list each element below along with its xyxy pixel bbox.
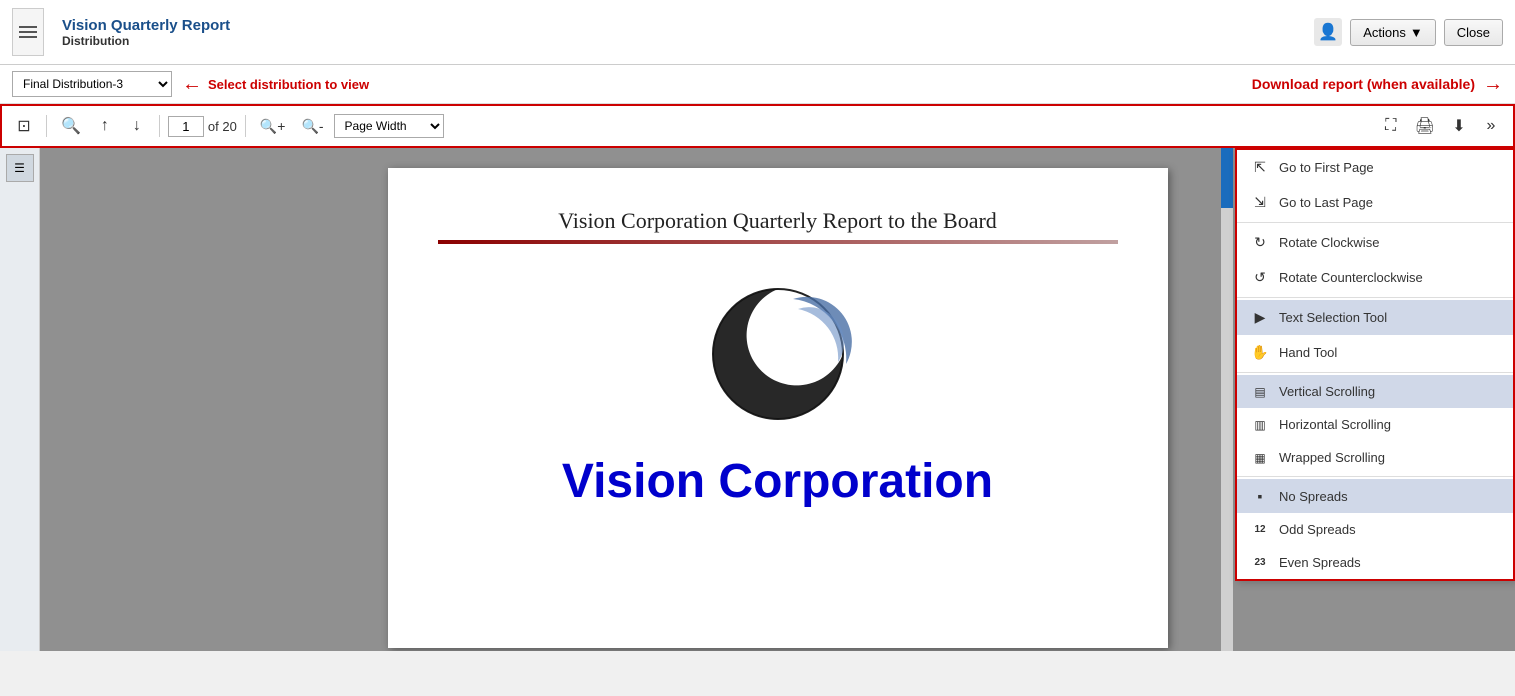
actions-button[interactable]: Actions ▼ xyxy=(1350,19,1436,46)
download-note: Download report (when available) → xyxy=(1252,73,1503,96)
separator-a xyxy=(1237,222,1513,223)
zoom-in-btn2[interactable]: 🔍+ xyxy=(254,112,292,140)
pdf-toolbar: ⊡ 🔍 ↑ ↓ of 20 🔍+ 🔍- Page Width Fit Page … xyxy=(0,104,1515,148)
rotate-ccw-icon: ↺ xyxy=(1251,269,1269,286)
menu-item-no-spreads[interactable]: ▪ No Spreads xyxy=(1237,479,1513,513)
download-note-text: Download report (when available) xyxy=(1252,76,1475,92)
menu-item-hand-tool-label: Hand Tool xyxy=(1279,345,1337,360)
user-icon: 👤 xyxy=(1314,18,1342,46)
annotation-left: Final Distribution-3 Final Distribution-… xyxy=(12,71,369,97)
page-number-input[interactable] xyxy=(168,116,204,137)
company-logo xyxy=(698,274,858,434)
menu-item-odd-spreads[interactable]: 12 Odd Spreads xyxy=(1237,513,1513,546)
dropdown-menu: ⇱ Go to First Page ⇲ Go to Last Page ↻ R… xyxy=(1235,148,1515,581)
menu-item-wrapped-scroll[interactable]: ▦ Wrapped Scrolling xyxy=(1237,441,1513,474)
pdf-area: Vision Corporation Quarterly Report to t… xyxy=(40,148,1515,651)
actions-label: Actions xyxy=(1363,25,1406,40)
hand-tool-icon: ✋ xyxy=(1251,344,1269,361)
menu-item-text-select-label: Text Selection Tool xyxy=(1279,310,1387,325)
separator-d xyxy=(1237,476,1513,477)
menu-item-vertical-scroll[interactable]: ▤ Vertical Scrolling xyxy=(1237,375,1513,408)
rotate-cw-icon: ↻ xyxy=(1251,234,1269,251)
download-arrow-icon: → xyxy=(1483,73,1503,96)
menu-item-hand-tool[interactable]: ✋ Hand Tool xyxy=(1237,335,1513,370)
menu-item-text-select[interactable]: ▶ Text Selection Tool xyxy=(1237,300,1513,335)
main-container: ☰ Vision Corporation Quarterly Report to… xyxy=(0,148,1515,651)
pdf-title-underline xyxy=(438,240,1118,244)
menu-item-even-spreads-label: Even Spreads xyxy=(1279,555,1361,570)
vertical-scroll-icon: ▤ xyxy=(1251,385,1269,399)
annotation-bar: Final Distribution-3 Final Distribution-… xyxy=(0,65,1515,104)
select-distribution-text: Select distribution to view xyxy=(208,77,369,92)
close-button[interactable]: Close xyxy=(1444,19,1503,46)
horizontal-scroll-icon: ▥ xyxy=(1251,418,1269,432)
menu-item-rotate-ccw[interactable]: ↺ Rotate Counterclockwise xyxy=(1237,260,1513,295)
vertical-scrollbar[interactable] xyxy=(1221,148,1233,651)
panel-pages-btn[interactable]: ☰ xyxy=(6,154,34,182)
header-title-area: Vision Quarterly Report Distribution xyxy=(62,17,230,48)
menu-item-go-first[interactable]: ⇱ Go to First Page xyxy=(1237,150,1513,185)
distribution-select[interactable]: Final Distribution-3 Final Distribution-… xyxy=(12,71,172,97)
separator-b xyxy=(1237,297,1513,298)
separator-3 xyxy=(245,115,246,137)
pdf-page: Vision Corporation Quarterly Report to t… xyxy=(388,168,1168,648)
sidebar-toggle[interactable] xyxy=(12,8,44,56)
menu-item-rotate-cw[interactable]: ↻ Rotate Clockwise xyxy=(1237,225,1513,260)
menu-item-go-last[interactable]: ⇲ Go to Last Page xyxy=(1237,185,1513,220)
scroll-down-btn[interactable]: ↓ xyxy=(123,112,151,140)
pdf-page-title: Vision Corporation Quarterly Report to t… xyxy=(558,208,997,234)
header-right: 👤 Actions ▼ Close xyxy=(1314,18,1503,46)
report-title: Vision Quarterly Report xyxy=(62,17,230,34)
no-spreads-icon: ▪ xyxy=(1251,488,1269,504)
menu-item-horizontal-scroll-label: Horizontal Scrolling xyxy=(1279,417,1391,432)
zoom-out-btn[interactable]: 🔍- xyxy=(295,112,329,140)
menu-item-rotate-ccw-label: Rotate Counterclockwise xyxy=(1279,270,1423,285)
go-first-icon: ⇱ xyxy=(1251,159,1269,176)
menu-item-odd-spreads-label: Odd Spreads xyxy=(1279,522,1356,537)
menu-item-no-spreads-label: No Spreads xyxy=(1279,489,1348,504)
header-left: Vision Quarterly Report Distribution xyxy=(12,8,230,56)
zoom-in-btn[interactable]: 🔍 xyxy=(55,112,87,140)
menu-item-go-last-label: Go to Last Page xyxy=(1279,195,1373,210)
page-total: of 20 xyxy=(208,119,237,134)
text-select-icon: ▶ xyxy=(1251,309,1269,326)
separator-2 xyxy=(159,115,160,137)
left-panel: ☰ xyxy=(0,148,40,651)
sidebar-icon xyxy=(19,26,37,38)
menu-item-wrapped-scroll-label: Wrapped Scrolling xyxy=(1279,450,1385,465)
arrow-left-icon: ← xyxy=(182,73,202,96)
menu-item-even-spreads[interactable]: 23 Even Spreads xyxy=(1237,546,1513,579)
print-btn[interactable]: 🖨 xyxy=(1409,112,1441,140)
odd-spreads-icon: 12 xyxy=(1251,524,1269,535)
menu-item-rotate-cw-label: Rotate Clockwise xyxy=(1279,235,1379,250)
presentation-btn[interactable]: ⛶ xyxy=(1377,112,1405,140)
scroll-up-btn[interactable]: ↑ xyxy=(91,112,119,140)
menu-item-horizontal-scroll[interactable]: ▥ Horizontal Scrolling xyxy=(1237,408,1513,441)
chevron-down-icon: ▼ xyxy=(1410,25,1423,40)
header: Vision Quarterly Report Distribution 👤 A… xyxy=(0,0,1515,65)
even-spreads-icon: 23 xyxy=(1251,557,1269,568)
zoom-select[interactable]: Page Width Fit Page 50% 75% 100% 125% 15… xyxy=(334,114,444,138)
menu-item-vertical-scroll-label: Vertical Scrolling xyxy=(1279,384,1375,399)
wrapped-scroll-icon: ▦ xyxy=(1251,451,1269,465)
report-subtitle: Distribution xyxy=(62,34,230,48)
more-tools-btn[interactable]: » xyxy=(1477,112,1505,140)
pdf-company-name: Vision Corporation xyxy=(562,454,993,509)
distribution-label: ← Select distribution to view xyxy=(182,73,369,96)
download-btn[interactable]: ⬇ xyxy=(1445,112,1473,140)
menu-item-go-first-label: Go to First Page xyxy=(1279,160,1374,175)
toggle-sidebar-btn[interactable]: ⊡ xyxy=(10,112,38,140)
scrollbar-thumb[interactable] xyxy=(1221,148,1233,208)
go-last-icon: ⇲ xyxy=(1251,194,1269,211)
separator-c xyxy=(1237,372,1513,373)
separator-1 xyxy=(46,115,47,137)
